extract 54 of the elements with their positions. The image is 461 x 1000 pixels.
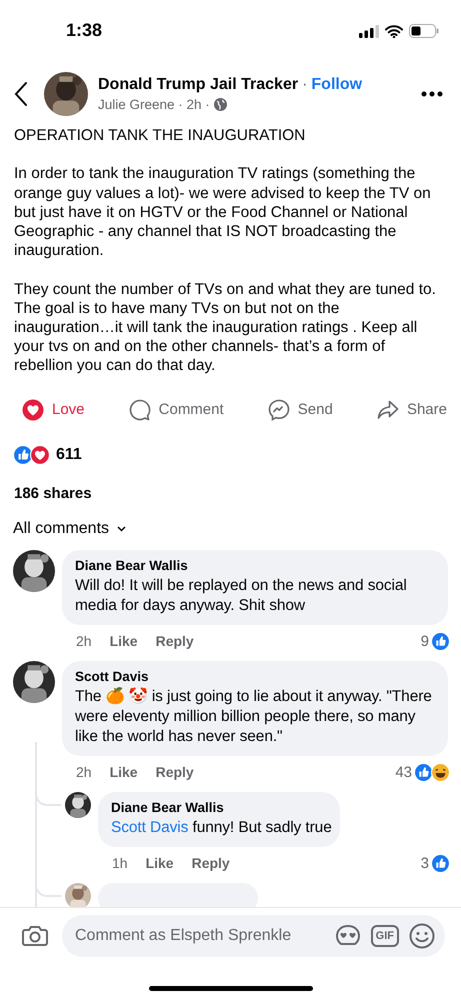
like-button[interactable]: Like [110,764,138,780]
love-button[interactable]: Love [22,392,85,427]
clock-time: 1:38 [66,20,102,40]
messenger-icon [268,398,290,421]
post-paragraph: They count the number of TVs on and what they are tuned to. The goal is to have many TVs on but not on the inauguration…it will tank the inauguration ratings . Keep all your tvs on and on the other channels- that’s a form of rebellion you can do that day. [14,280,437,376]
comment-text: The 🍊 🤡 is just going to lie about it anyway. "There were eleventy million billion people there, so many like the world has never seen." [75,686,433,747]
share-icon [376,398,399,421]
reply-button[interactable]: Reply [192,855,230,872]
battery-icon [409,24,439,38]
signal-icon [359,24,379,38]
reply-button[interactable]: Reply [156,633,194,650]
comment-input-field[interactable]: Comment as Elspeth Sprenkle GIF [62,915,445,957]
comment-icon [128,398,151,421]
comment-sort-dropdown[interactable]: All comments [13,520,126,538]
mention-link[interactable]: Scott Davis [111,818,188,836]
comment-text: Scott Davis funny! But sadly true [111,818,332,838]
back-chevron-icon [14,81,28,107]
comment-author[interactable]: Scott Davis [75,668,440,684]
page-name[interactable]: Donald Trump Jail Tracker [98,76,298,94]
send-button[interactable]: Send [268,392,333,427]
globe-icon [214,98,227,111]
reaction-count: 3 [420,854,429,872]
chevron-down-icon [117,526,126,532]
like-icon [431,854,450,873]
follow-button[interactable]: Follow [311,76,362,94]
like-icon [431,632,450,651]
like-button[interactable]: Like [146,855,174,872]
separator-dot: · [302,76,308,94]
share-count[interactable]: 186 shares [0,464,461,502]
comment-button[interactable]: Comment [128,392,224,427]
reaction-count: 9 [420,632,429,650]
comment-text: Will do! It will be replayed on the news and social media for days anyway. Shit show [75,576,408,616]
comment-author[interactable]: Diane Bear Wallis [75,558,440,573]
reply-button[interactable]: Reply [156,764,194,780]
comment-time: 2h [76,764,92,780]
emoji-button[interactable] [409,923,435,949]
share-button[interactable]: Share [376,392,447,427]
like-button[interactable]: Like [110,633,138,650]
post-paragraph: In order to tank the inauguration TV ratings (something the orange guy values a lot)- we were advised to keep the TV on but just have it on HGTV or the Food Channel or National Geographic - any channel that IS NOT broadcasting the inauguration. [14,164,432,260]
comment-time: 1h [112,855,128,872]
like-icon [414,762,433,782]
post-paragraph: OPERATION TANK THE INAUGURATION [14,126,306,146]
camera-icon [22,925,48,947]
gif-button[interactable]: GIF [370,925,399,947]
camera-button[interactable] [22,925,48,947]
comment-time: 2h [76,633,92,650]
reaction-count: 43 [395,764,412,781]
laughing-face-icon [431,762,450,782]
avatar-sticker-button[interactable] [334,924,361,948]
comment-author[interactable]: Diane Bear Wallis [111,800,332,815]
post-byline: Julie Greene · 2h · [98,97,210,112]
wifi-icon [385,24,403,38]
more-icon [421,91,443,97]
reaction-count[interactable]: 611 [56,446,82,464]
